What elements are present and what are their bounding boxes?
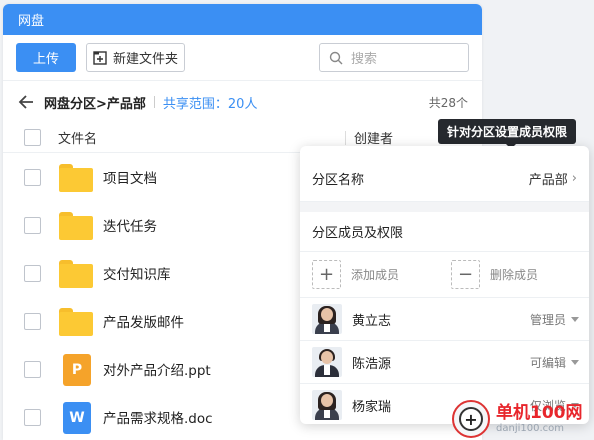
window-title: 网盘: [3, 4, 482, 35]
members-title: 分区成员及权限: [300, 212, 589, 252]
upload-button[interactable]: 上传: [16, 43, 76, 72]
share-scope-link[interactable]: 共享范围：20人: [163, 93, 258, 112]
select-all-checkbox[interactable]: [24, 129, 41, 146]
ppt-file-icon: P: [59, 354, 93, 386]
column-divider: [345, 131, 346, 145]
row-checkbox[interactable]: [24, 264, 41, 282]
file-name[interactable]: 交付知识库: [103, 263, 171, 283]
search-placeholder: 搜索: [351, 52, 378, 67]
member-actions: + 添加成员 − 删除成员: [300, 252, 589, 298]
search-icon: [329, 51, 343, 64]
member-name: 黄立志: [352, 313, 392, 329]
site-watermark: + 单机100网 danji100.com: [452, 399, 592, 439]
chevron-right-icon: ›: [571, 171, 577, 186]
folder-icon: [59, 210, 93, 240]
file-name[interactable]: 对外产品介绍.ppt: [103, 359, 211, 379]
folder-icon: [59, 306, 93, 336]
add-member-button[interactable]: 添加成员: [351, 266, 399, 283]
row-checkbox[interactable]: [24, 216, 41, 234]
zone-name-label: 分区名称: [312, 173, 365, 188]
watermark-logo-icon: +: [452, 400, 490, 438]
avatar: [312, 390, 342, 420]
member-row: 陈浩源 可编辑: [300, 341, 589, 384]
item-count: 共28个: [428, 95, 468, 110]
role-value: 可编辑: [529, 355, 566, 370]
breadcrumb-divider: [153, 96, 155, 108]
zone-permission-panel: 分区名称 产品部 › 分区成员及权限 + 添加成员 − 删除成员 黄立志 管理员…: [300, 146, 589, 424]
new-folder-label: 新建文件夹: [112, 51, 178, 66]
row-checkbox[interactable]: [24, 360, 41, 378]
toolbar: 上传 新建文件夹 搜索: [3, 35, 482, 81]
avatar: [312, 304, 342, 334]
word-file-icon: W: [59, 402, 93, 434]
role-dropdown[interactable]: 可编辑: [530, 354, 579, 371]
zone-name-row[interactable]: 分区名称 产品部 ›: [300, 156, 589, 202]
file-name[interactable]: 产品需求规格.doc: [103, 407, 213, 427]
file-name[interactable]: 产品发版邮件: [103, 311, 184, 331]
role-dropdown[interactable]: 管理员: [530, 311, 579, 328]
watermark-url: danji100.com: [496, 422, 564, 434]
permission-tooltip: 针对分区设置成员权限: [438, 119, 577, 149]
caret-down-icon: [571, 316, 579, 322]
breadcrumb-path[interactable]: 网盘分区>产品部: [44, 93, 146, 112]
row-checkbox[interactable]: [24, 408, 41, 426]
caret-down-icon: [571, 359, 579, 365]
member-row: 黄立志 管理员: [300, 298, 589, 341]
row-checkbox[interactable]: [24, 312, 41, 330]
watermark-name: 单机100网: [496, 402, 583, 423]
row-checkbox[interactable]: [24, 168, 41, 186]
new-folder-icon: [93, 50, 107, 65]
folder-icon: [59, 258, 93, 288]
file-name[interactable]: 项目文档: [103, 167, 157, 187]
column-header-creator[interactable]: 创建者: [354, 128, 393, 147]
remove-member-icon[interactable]: −: [451, 260, 481, 289]
add-member-icon[interactable]: +: [312, 260, 341, 289]
folder-icon: [59, 162, 93, 192]
back-arrow-icon[interactable]: [16, 92, 36, 112]
member-name: 陈浩源: [352, 356, 392, 372]
member-name: 杨家瑞: [352, 399, 392, 415]
new-folder-button[interactable]: 新建文件夹: [86, 43, 185, 72]
breadcrumb: 网盘分区>产品部 共享范围：20人 共28个: [3, 81, 482, 123]
section-gap: [300, 202, 589, 212]
zone-name-value: 产品部: [528, 173, 568, 188]
role-value: 管理员: [529, 312, 566, 327]
avatar: [312, 347, 342, 377]
column-header-name[interactable]: 文件名: [58, 128, 97, 147]
file-name[interactable]: 迭代任务: [103, 215, 157, 235]
remove-member-button[interactable]: 删除成员: [490, 266, 538, 283]
search-input[interactable]: 搜索: [319, 43, 469, 72]
